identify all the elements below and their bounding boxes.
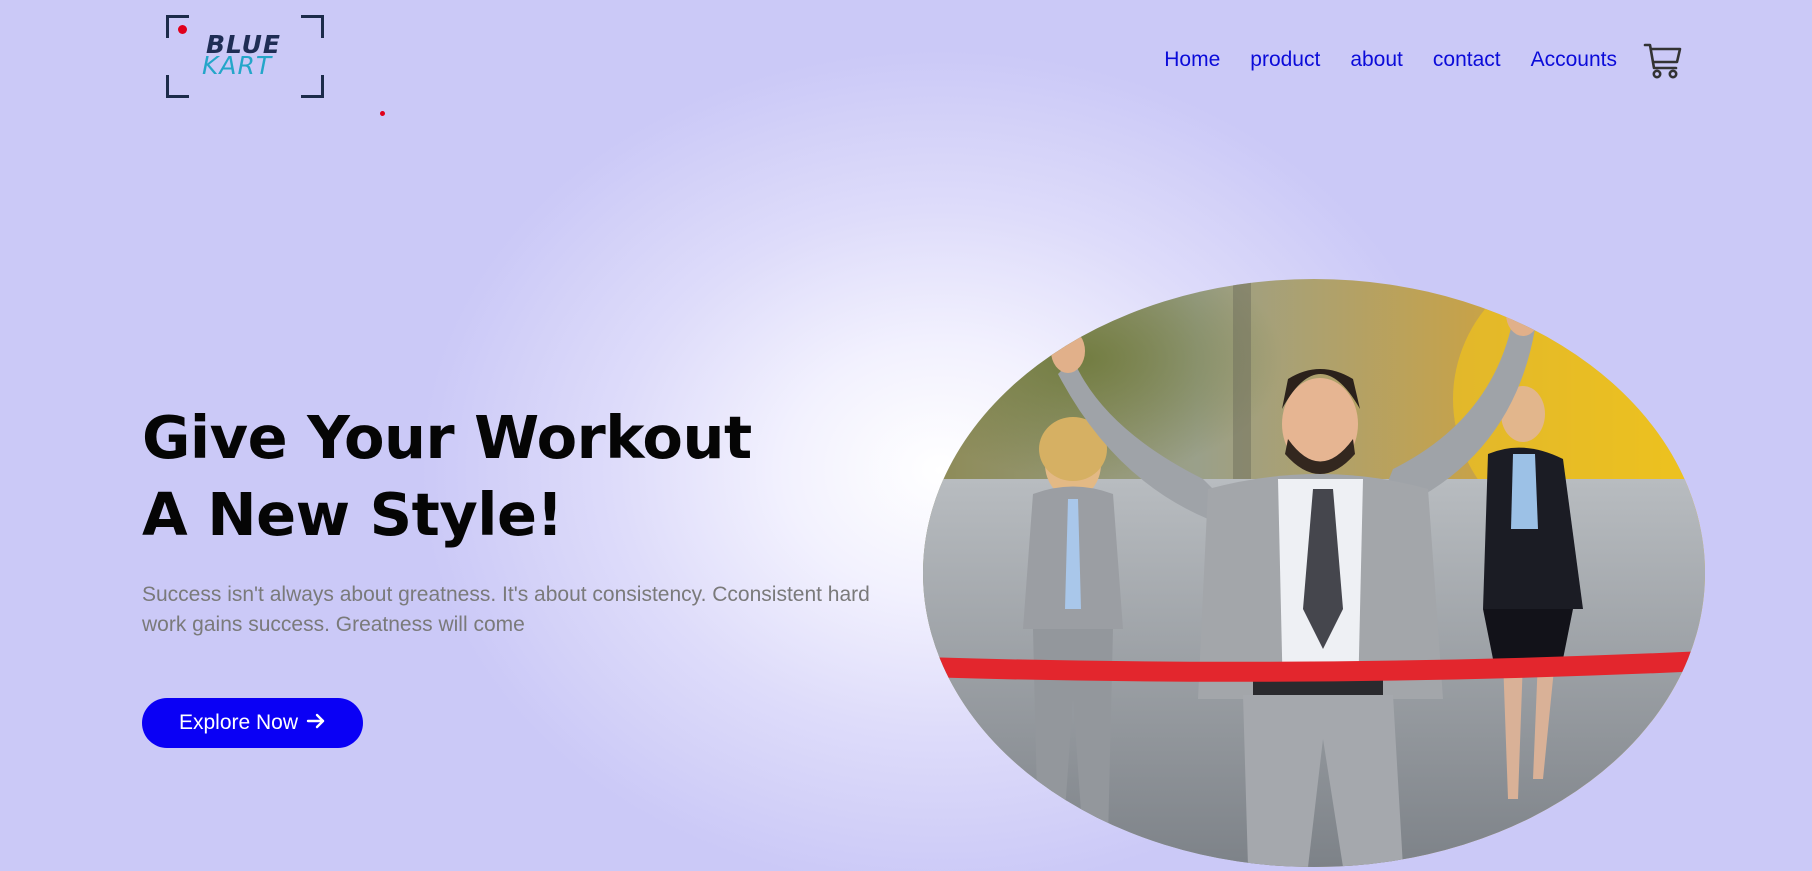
hero-title: Give Your Workout A New Style!: [142, 399, 752, 553]
nav-link-accounts[interactable]: Accounts: [1531, 46, 1617, 74]
nav-link-product[interactable]: product: [1250, 46, 1320, 74]
hero-title-line: Give Your Workout: [142, 403, 752, 472]
hero-photo: [923, 279, 1705, 867]
arrow-right-icon: [306, 711, 326, 735]
hero-title-line: A New Style!: [142, 480, 563, 549]
logo-frame-corner: [166, 75, 189, 98]
logo-word-kart: KART: [202, 51, 273, 80]
nav-link-contact[interactable]: contact: [1433, 46, 1501, 74]
hero-subtitle: Success isn't always about greatness. It…: [142, 583, 870, 636]
decorative-dot: [380, 111, 385, 116]
logo-frame-corner: [301, 75, 324, 98]
shopping-cart-icon[interactable]: [1643, 40, 1683, 80]
logo-frame-corner: [301, 15, 324, 38]
main-nav: Home product about contact Accounts: [1164, 46, 1617, 74]
bluekart-logo[interactable]: BLUE KART: [166, 15, 324, 98]
nav-link-home[interactable]: Home: [1164, 46, 1220, 74]
explore-now-button[interactable]: Explore Now: [142, 698, 363, 748]
site-header: BLUE KART Home product about contact Acc…: [0, 0, 1812, 120]
nav-link-about[interactable]: about: [1350, 46, 1403, 74]
explore-now-label: Explore Now: [178, 711, 299, 734]
logo-record-dot: [178, 25, 187, 34]
